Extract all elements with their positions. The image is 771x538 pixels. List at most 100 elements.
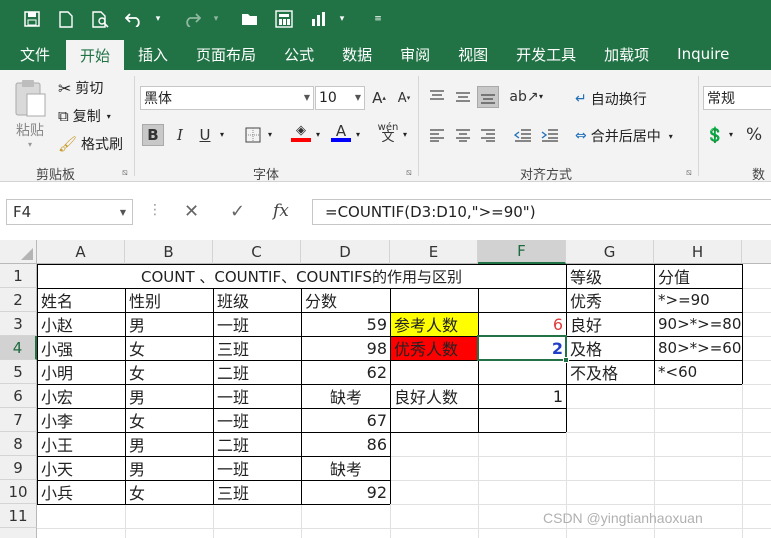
undo-dropdown-icon[interactable]: ▾ — [148, 9, 168, 29]
cell-b9[interactable]: 男 — [126, 456, 213, 480]
fill-color-icon[interactable]: ◈ — [290, 122, 312, 144]
clipboard-launcher-icon[interactable]: ⧅ — [122, 168, 128, 178]
cell-e4[interactable]: 优秀人数 — [391, 336, 478, 360]
tab-file[interactable]: 文件 — [0, 38, 66, 70]
copy-button[interactable]: ⧉ 复制 ▾ — [58, 106, 111, 126]
row-header-10[interactable]: 10 — [0, 480, 37, 504]
cell-c5[interactable]: 二班 — [214, 360, 301, 384]
cell-d6[interactable]: 缺考 — [302, 384, 390, 408]
cell-h4[interactable]: 80>*>=60 — [655, 336, 742, 360]
fill-handle[interactable] — [563, 357, 569, 363]
italic-button[interactable]: I — [169, 124, 191, 146]
cell-b8[interactable]: 男 — [126, 432, 213, 456]
cell-h1[interactable]: 分值 — [655, 264, 742, 288]
cell-d9[interactable]: 缺考 — [302, 456, 390, 480]
cut-button[interactable]: ✂ 剪切 — [58, 78, 103, 98]
column-header-b[interactable]: B — [125, 240, 213, 264]
cell-d7[interactable]: 67 — [302, 408, 390, 432]
column-header-a[interactable]: A — [37, 240, 125, 264]
sort-dropdown-icon[interactable]: ▾ — [332, 9, 352, 29]
cell-b6[interactable]: 男 — [126, 384, 213, 408]
print-preview-icon[interactable] — [90, 9, 110, 29]
cell-g1[interactable]: 等级 — [567, 264, 654, 288]
paste-button[interactable]: 粘贴 ▾ — [10, 78, 50, 158]
row-header-6[interactable]: 6 — [0, 384, 37, 408]
decrease-indent-icon[interactable] — [512, 124, 534, 146]
tab-insert[interactable]: 插入 — [124, 38, 182, 70]
orientation-icon[interactable]: ab↗ — [509, 86, 538, 108]
save-icon[interactable] — [22, 9, 42, 29]
cell-h2[interactable]: *>=90 — [655, 288, 742, 312]
cell-a9[interactable]: 小天 — [38, 456, 125, 480]
cell-g5[interactable]: 不及格 — [567, 360, 654, 384]
font-name-select[interactable]: 黑体 ▼ — [140, 86, 314, 110]
select-all-corner[interactable] — [0, 240, 37, 264]
undo-icon[interactable] — [124, 9, 144, 29]
column-header-c[interactable]: C — [213, 240, 301, 264]
cell-e3[interactable]: 参考人数 — [391, 312, 478, 336]
row-header-5[interactable]: 5 — [0, 360, 37, 384]
merge-center-button[interactable]: ⇔ 合并后居中 ▾ — [575, 126, 673, 146]
align-center-icon[interactable] — [452, 124, 474, 146]
cell-h5[interactable]: *<60 — [655, 360, 742, 384]
tab-developer[interactable]: 开发工具 — [502, 38, 590, 70]
align-right-icon[interactable] — [477, 124, 499, 146]
tab-formulas[interactable]: 公式 — [270, 38, 328, 70]
border-icon[interactable] — [242, 124, 264, 146]
tab-inquire[interactable]: Inquire — [663, 38, 743, 70]
cell-a4[interactable]: 小强 — [38, 336, 125, 360]
cell-d3[interactable]: 59 — [302, 312, 390, 336]
bold-button[interactable]: B — [142, 124, 164, 146]
font-launcher-icon[interactable]: ⧅ — [406, 168, 412, 178]
column-header-i[interactable] — [742, 240, 771, 264]
cell-g2[interactable]: 优秀 — [567, 288, 654, 312]
cell-g4[interactable]: 及格 — [567, 336, 654, 360]
row-header-7[interactable]: 7 — [0, 408, 37, 432]
underline-dropdown-icon[interactable]: ▾ — [220, 130, 224, 139]
open-folder-icon[interactable] — [240, 9, 260, 29]
cell-d8[interactable]: 86 — [302, 432, 390, 456]
column-header-e[interactable]: E — [390, 240, 478, 264]
cell-a2[interactable]: 姓名 — [38, 288, 125, 312]
border-dropdown-icon[interactable]: ▾ — [268, 130, 272, 139]
phonetic-dropdown-icon[interactable]: ▾ — [403, 130, 407, 139]
new-file-icon[interactable] — [56, 9, 76, 29]
name-box[interactable]: F4 ▼ — [6, 199, 133, 225]
align-top-icon[interactable] — [426, 86, 448, 108]
orientation-dropdown-icon[interactable]: ▾ — [539, 92, 543, 101]
row-header-1[interactable]: 1 — [0, 264, 37, 288]
row-header-4[interactable]: 4 — [0, 336, 37, 360]
tab-data[interactable]: 数据 — [328, 38, 386, 70]
font-color-dropdown-icon[interactable]: ▾ — [356, 130, 360, 139]
cell-b2[interactable]: 性别 — [126, 288, 213, 312]
column-header-f[interactable]: F — [478, 240, 566, 264]
sort-icon[interactable] — [308, 9, 328, 29]
tab-review[interactable]: 审阅 — [386, 38, 444, 70]
column-header-d[interactable]: D — [301, 240, 390, 264]
decrease-font-icon[interactable]: A ▾ — [393, 87, 415, 109]
tab-page-layout[interactable]: 页面布局 — [182, 38, 270, 70]
cell-a5[interactable]: 小明 — [38, 360, 125, 384]
fill-dropdown-icon[interactable]: ▾ — [316, 130, 320, 139]
customize-icon[interactable]: ≡ — [368, 9, 388, 29]
cell-c8[interactable]: 二班 — [214, 432, 301, 456]
row-header-9[interactable]: 9 — [0, 456, 37, 480]
cell-a10[interactable]: 小兵 — [38, 480, 125, 504]
enter-icon[interactable]: ✓ — [230, 201, 245, 222]
cell-b4[interactable]: 女 — [126, 336, 213, 360]
column-header-g[interactable]: G — [566, 240, 654, 264]
cell-a6[interactable]: 小宏 — [38, 384, 125, 408]
align-middle-icon[interactable] — [452, 86, 474, 108]
cell-d2[interactable]: 分数 — [302, 288, 390, 312]
cell-a3[interactable]: 小赵 — [38, 312, 125, 336]
currency-dropdown-icon[interactable]: ▾ — [729, 130, 733, 139]
cell-d10[interactable]: 92 — [302, 480, 390, 504]
font-color-icon[interactable]: A — [330, 122, 352, 144]
cell-b10[interactable]: 女 — [126, 480, 213, 504]
increase-font-icon[interactable]: A ▴ — [368, 87, 390, 109]
row-header-8[interactable]: 8 — [0, 432, 37, 456]
cell-c4[interactable]: 三班 — [214, 336, 301, 360]
currency-icon[interactable]: 💲 — [704, 124, 726, 146]
formula-input[interactable]: =COUNTIF(D3:D10,">=90") — [312, 199, 771, 225]
wrap-text-button[interactable]: ↵ 自动换行 — [575, 89, 647, 109]
